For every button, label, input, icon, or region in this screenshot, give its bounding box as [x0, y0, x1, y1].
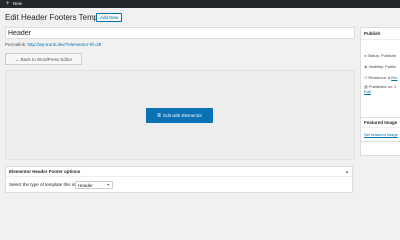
visibility-text: Visibility: Publis — [368, 64, 397, 69]
permalink: Permalink: http://wp-trunk.dev/?elemento… — [5, 42, 101, 48]
publish-header[interactable]: Publish — [361, 28, 400, 40]
template-type-value: Header — [78, 183, 93, 188]
chevron-down-icon: ▼ — [106, 183, 110, 187]
permalink-label: Permalink: — [5, 42, 27, 47]
featured-image-header[interactable]: Featured Image — [361, 118, 400, 128]
template-type-label: Select the type of template this is — [9, 182, 76, 187]
header-footer-options-header[interactable]: Elementor Header Footer options ▲ — [6, 167, 352, 177]
add-new-button[interactable]: Add New — [96, 13, 123, 22]
revisions-row: ↺Revisions: 8 Bro — [364, 75, 398, 81]
featured-image-box: Featured Image Set featured image — [360, 117, 400, 142]
visibility-row: ◉Visibility: Publis — [364, 64, 396, 70]
set-featured-image-link[interactable]: Set featured image — [364, 132, 398, 138]
featured-image-title: Featured Image — [364, 120, 398, 125]
new-menu-item[interactable]: New — [13, 0, 22, 8]
permalink-link[interactable]: http://wp-trunk.dev/?elementor-hf=28 — [28, 42, 102, 47]
header-footer-options-title: Elementor Header Footer options — [9, 169, 81, 174]
status-row: ●Status: Publishe — [364, 53, 396, 59]
edit-with-elementor-button[interactable]: ≣ Edit with Elementor — [146, 108, 213, 123]
publish-title: Publish — [364, 31, 381, 36]
revisions-text: Revisions: 8 — [368, 75, 391, 80]
elementor-icon: ≣ — [157, 113, 162, 119]
status-text: Status: Publishe — [367, 53, 397, 58]
plus-icon[interactable]: + — [6, 0, 10, 8]
header-footer-options-box: Elementor Header Footer options ▲ Select… — [5, 166, 353, 193]
admin-bar: + New — [0, 0, 400, 8]
edit-with-elementor-label: Edit with Elementor — [163, 113, 202, 118]
eye-icon: ◉ — [364, 64, 368, 69]
published-on-text: Published on: J — [368, 84, 397, 89]
back-to-wordpress-editor-button[interactable]: ← Back to WordPress Editor — [5, 53, 82, 65]
template-type-select[interactable]: Header ▼ — [75, 181, 113, 189]
browse-revisions-link[interactable]: Bro — [391, 75, 397, 80]
edit-date-link[interactable]: Edit — [364, 89, 371, 95]
history-icon: ↺ — [364, 75, 368, 80]
collapse-arrow-icon[interactable]: ▲ — [345, 169, 349, 175]
post-title-input[interactable]: Header — [5, 27, 355, 39]
